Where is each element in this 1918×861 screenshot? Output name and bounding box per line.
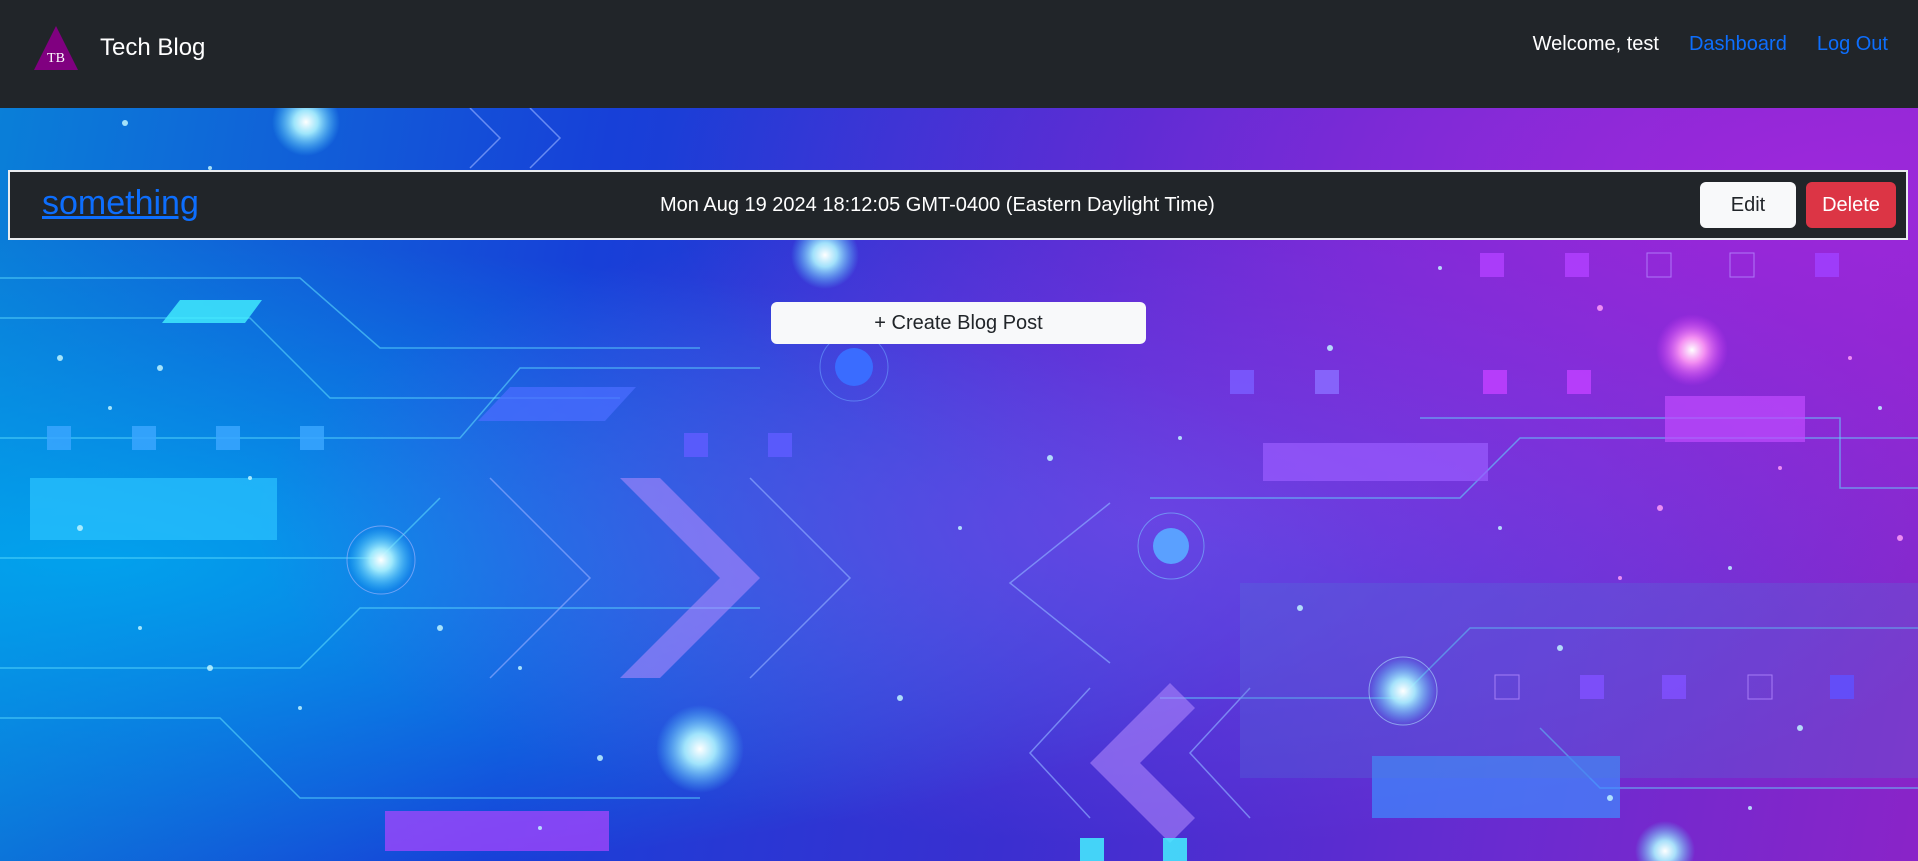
- post-card: something Mon Aug 19 2024 18:12:05 GMT-0…: [8, 170, 1908, 240]
- post-date: Mon Aug 19 2024 18:12:05 GMT-0400 (Easte…: [660, 194, 1215, 216]
- delete-button[interactable]: Delete: [1806, 182, 1896, 228]
- logo-icon: TB: [32, 24, 80, 72]
- logout-link[interactable]: Log Out: [1817, 33, 1888, 56]
- dashboard-link[interactable]: Dashboard: [1689, 33, 1787, 56]
- logo-initials: TB: [47, 51, 65, 66]
- edit-button[interactable]: Edit: [1700, 182, 1796, 228]
- post-title-link[interactable]: something: [42, 184, 199, 223]
- nav-right: Welcome, test Dashboard Log Out: [1533, 33, 1888, 56]
- brand-link[interactable]: TB Tech Blog: [32, 24, 205, 72]
- create-blog-post-button[interactable]: + Create Blog Post: [771, 302, 1146, 344]
- brand-name: Tech Blog: [100, 34, 206, 61]
- welcome-text: Welcome, test: [1532, 33, 1659, 55]
- navbar: TB Tech Blog Welcome, test Dashboard Log…: [0, 0, 1918, 108]
